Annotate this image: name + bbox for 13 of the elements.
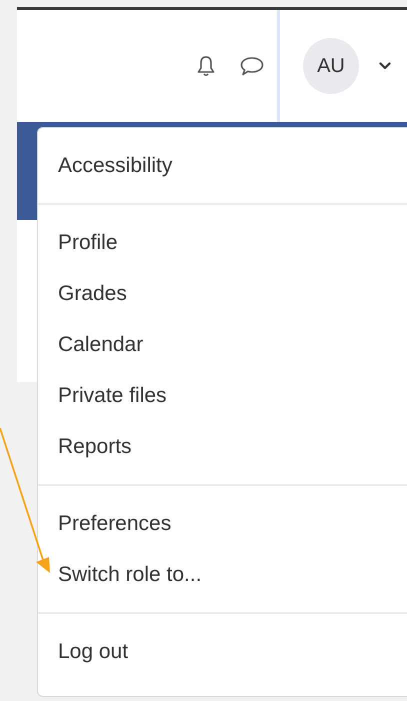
menu-item[interactable]: Calendar [38,319,164,370]
chevron-down-icon[interactable] [379,62,391,70]
menu-item[interactable]: Grades [38,268,147,319]
menu-item[interactable]: Switch role to... [38,549,222,600]
menu-item[interactable]: Log out [38,626,148,677]
message-bubble-icon[interactable] [239,55,265,77]
user-avatar[interactable]: AU [303,38,359,94]
menu-item[interactable]: Private files [38,370,187,421]
menu-item[interactable]: Preferences [38,498,192,549]
menu-item[interactable]: Accessibility [38,140,192,191]
menu-item[interactable]: Reports [38,421,152,472]
menu-item[interactable]: Profile [38,217,138,268]
notification-bell-icon[interactable] [196,55,216,77]
